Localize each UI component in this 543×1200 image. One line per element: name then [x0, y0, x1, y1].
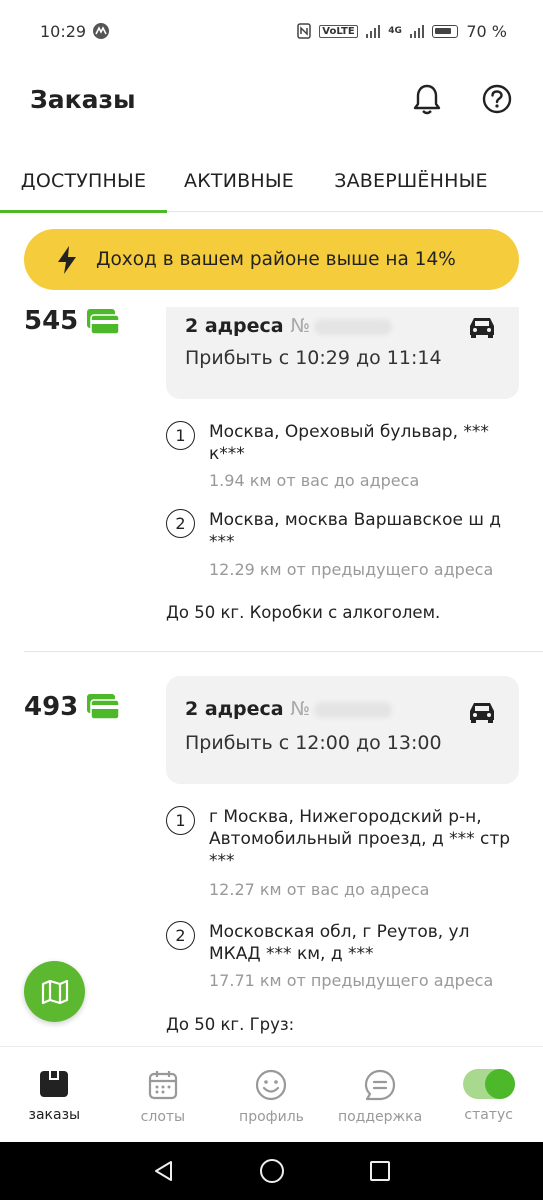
income-banner[interactable]: Доход в вашем районе выше на 14%: [24, 229, 519, 290]
order-number-prefix: №: [290, 698, 310, 720]
address-number: 1: [166, 421, 195, 450]
address-number: 1: [166, 806, 195, 835]
address-text: Москва, Ореховый бульвар, *** к***: [209, 422, 489, 464]
calendar-icon: [148, 1071, 177, 1100]
map-icon: [41, 979, 68, 1004]
tab-completed[interactable]: ЗАВЕРШЁННЫЕ: [311, 150, 511, 212]
address-number: 2: [166, 509, 195, 538]
nav-orders[interactable]: заказы: [0, 1047, 109, 1142]
address-text: Московская обл, г Реутов, ул МКАД *** км…: [209, 922, 470, 964]
order-price: 545: [24, 306, 79, 336]
order-number-blurred: [313, 318, 392, 335]
order-card-title: 2 адреса №: [185, 315, 392, 337]
tab-available[interactable]: ДОСТУПНЫЕ: [0, 150, 167, 213]
order-number-blurred: [313, 701, 392, 718]
status-time: 10:29: [40, 21, 87, 41]
arrival-time: Прибыть с 12:00 до 13:00: [185, 732, 442, 754]
payment-cards-icon: [87, 309, 120, 335]
nav-support[interactable]: поддержка: [326, 1047, 435, 1142]
address-number: 2: [166, 921, 195, 950]
status-bar: 10:29 VoLTE 4G 70 %: [0, 0, 543, 62]
order-item[interactable]: 545 2 адреса № Прибыть с 10:29 до 11:14 …: [0, 300, 543, 650]
order-divider: [24, 651, 543, 652]
battery-percent: 70 %: [466, 21, 507, 41]
notifications-button[interactable]: [411, 83, 443, 115]
bottom-nav: заказы слоты профиль поддержка статус: [0, 1046, 543, 1142]
nav-label: профиль: [239, 1109, 304, 1125]
page-title: Заказы: [30, 84, 136, 114]
nav-label: заказы: [28, 1107, 81, 1123]
address-text: Москва, москва Варшавское ш д ***: [209, 510, 502, 552]
address-distance: 12.29 км от предыдущего адреса: [209, 560, 494, 579]
nav-slots[interactable]: слоты: [109, 1047, 218, 1142]
address-distance: 1.94 км от вас до адреса: [209, 471, 420, 490]
status-right: VoLTE 4G 70 %: [297, 22, 507, 41]
order-card[interactable]: 2 адреса № Прибыть с 10:29 до 11:14: [166, 307, 519, 399]
order-card-title: 2 адреса №: [185, 698, 392, 720]
nfc-icon: [297, 23, 311, 39]
car-icon: [470, 703, 494, 723]
nav-label: поддержка: [337, 1109, 423, 1125]
home-icon[interactable]: [259, 1158, 285, 1184]
help-button[interactable]: [481, 83, 513, 115]
map-button[interactable]: [24, 961, 85, 1022]
address-count: 2 адреса: [185, 698, 284, 720]
arrival-time: Прибыть с 10:29 до 11:14: [185, 347, 442, 369]
status-left: 10:29: [40, 22, 110, 41]
cargo-note: До 50 кг. Коробки с алкоголем.: [166, 603, 441, 622]
help-icon: [482, 84, 512, 114]
recents-icon[interactable]: [369, 1160, 391, 1182]
nav-status[interactable]: статус: [434, 1047, 543, 1142]
orders-box-icon: [40, 1071, 69, 1097]
app-header: Заказы: [0, 62, 543, 136]
smiley-icon: [256, 1069, 287, 1101]
chat-icon: [364, 1069, 396, 1101]
address-count: 2 адреса: [185, 315, 284, 337]
volte-badge: VoLTE: [319, 24, 358, 38]
cargo-note: До 50 кг. Груз:: [166, 1015, 295, 1034]
lightning-icon: [58, 245, 76, 274]
battery-icon: [432, 24, 459, 38]
address-distance: 12.27 км от вас до адреса: [209, 880, 430, 899]
order-number-prefix: №: [290, 315, 310, 337]
signal-icon-2: [409, 24, 425, 38]
address-text: г Москва, Нижегородский р-н, Автомобильн…: [209, 807, 511, 871]
tab-active[interactable]: АКТИВНЫЕ: [167, 150, 311, 212]
status-toggle[interactable]: [462, 1069, 515, 1099]
system-nav-bar: [0, 1142, 543, 1200]
bell-icon: [413, 84, 441, 115]
banner-text: Доход в вашем районе выше на 14%: [96, 249, 456, 270]
order-card[interactable]: 2 адреса № Прибыть с 12:00 до 13:00: [166, 676, 519, 784]
payment-cards-icon: [87, 694, 120, 720]
nav-label: слоты: [140, 1109, 186, 1125]
order-tabs: ДОСТУПНЫЕ АКТИВНЫЕ ЗАВЕРШЁННЫЕ: [0, 150, 543, 213]
nav-profile[interactable]: профиль: [217, 1047, 326, 1142]
app-notification-icon: [93, 23, 110, 39]
address-distance: 17.71 км от предыдущего адреса: [209, 971, 494, 990]
order-price: 493: [24, 692, 79, 722]
car-icon: [470, 318, 494, 338]
signal-icon: [365, 24, 381, 38]
back-icon[interactable]: [152, 1159, 176, 1183]
nav-label: статус: [464, 1107, 513, 1123]
network-type: 4G: [388, 26, 402, 36]
